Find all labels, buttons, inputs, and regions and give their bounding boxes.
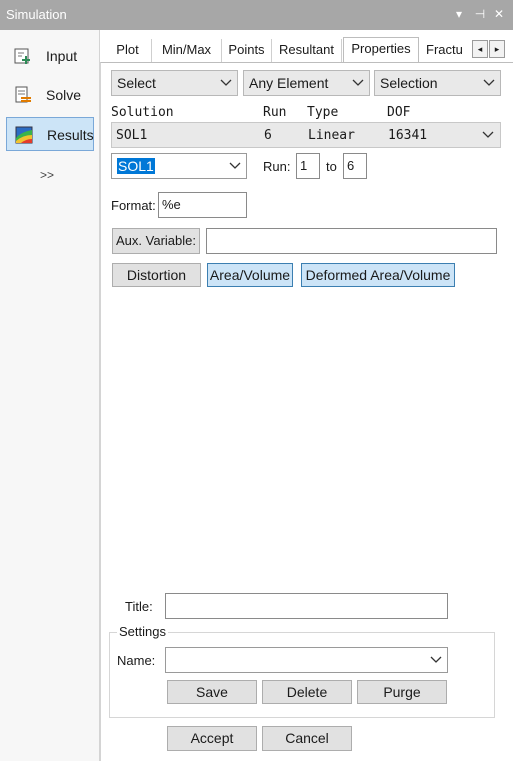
run-cell: 6: [264, 128, 272, 143]
sidebar-item-input[interactable]: Input: [6, 39, 94, 73]
tab-points[interactable]: Points: [222, 39, 272, 63]
column-header-dof: DOF: [387, 105, 411, 120]
properties-panel: Select Any Element Selection Solution Ru…: [100, 62, 513, 761]
dropdown-icon[interactable]: ▾: [452, 6, 466, 22]
aux-variable-button[interactable]: Aux. Variable:: [112, 228, 200, 254]
chevron-down-icon: [352, 71, 364, 95]
column-header-run: Run: [263, 105, 287, 120]
tab-min-max[interactable]: Min/Max: [152, 39, 222, 63]
settings-name-dropdown[interactable]: [165, 647, 448, 673]
settings-group: [109, 632, 495, 718]
selection-dropdown-value: Selection: [380, 75, 438, 91]
sidebar-item-label: Solve: [46, 87, 82, 103]
dof-cell: 16341: [388, 128, 428, 143]
sidebar-item-label: Input: [46, 48, 78, 64]
selection-dropdown[interactable]: Selection: [374, 70, 501, 96]
chevron-down-icon: [220, 71, 232, 95]
expand-sidebar-button[interactable]: >>: [40, 168, 54, 182]
tab-strip: Plot Min/Max Points Resultant Properties…: [100, 37, 513, 64]
results-contour-icon: [15, 126, 33, 144]
cancel-button[interactable]: Cancel: [262, 726, 352, 751]
chevron-down-icon: [229, 154, 241, 178]
run-to-input[interactable]: 6: [343, 153, 367, 179]
element-filter-dropdown[interactable]: Any Element: [243, 70, 370, 96]
to-label: to: [326, 159, 337, 174]
sidebar-item-results[interactable]: Results: [6, 117, 94, 151]
format-input[interactable]: %e: [158, 192, 247, 218]
solution-list-dropdown[interactable]: SOL1 6 Linear 16341: [111, 122, 501, 148]
accept-button[interactable]: Accept: [167, 726, 257, 751]
delete-button[interactable]: Delete: [262, 680, 352, 704]
run-label: Run:: [263, 159, 291, 174]
settings-group-label: Settings: [117, 624, 168, 639]
title-label: Title:: [125, 599, 153, 614]
panel-title: Simulation: [6, 7, 67, 22]
panel-titlebar: Simulation ▾ ⊣ ✕: [0, 0, 513, 30]
solution-dropdown-value: SOL1: [117, 158, 155, 174]
add-input-icon: [14, 47, 32, 65]
sidebar-item-solve[interactable]: Solve: [6, 78, 94, 112]
solve-list-icon: [14, 86, 32, 104]
title-input[interactable]: [165, 593, 448, 619]
element-filter-value: Any Element: [249, 75, 329, 91]
column-header-solution: Solution: [111, 105, 174, 120]
save-button[interactable]: Save: [167, 680, 257, 704]
tab-resultant[interactable]: Resultant: [272, 39, 342, 63]
solution-cell: SOL1: [116, 128, 148, 143]
solution-table-header: Solution Run Type DOF: [111, 105, 501, 123]
deformed-area-volume-button[interactable]: Deformed Area/Volume: [301, 263, 455, 287]
distortion-button[interactable]: Distortion: [112, 263, 201, 287]
navigation-sidebar: Input Solve Results >>: [0, 30, 100, 761]
tab-properties[interactable]: Properties: [343, 37, 419, 64]
purge-button[interactable]: Purge: [357, 680, 447, 704]
type-cell: Linear: [308, 128, 355, 143]
run-from-input[interactable]: 1: [296, 153, 320, 179]
select-dropdown[interactable]: Select: [111, 70, 238, 96]
sidebar-item-label: Results: [47, 127, 94, 143]
close-icon[interactable]: ✕: [492, 6, 506, 22]
solution-dropdown[interactable]: SOL1: [111, 153, 247, 179]
area-volume-button[interactable]: Area/Volume: [207, 263, 293, 287]
column-header-type: Type: [307, 105, 339, 120]
tab-plot[interactable]: Plot: [104, 39, 152, 63]
tab-scroll-right-button[interactable]: ▸: [489, 40, 505, 58]
select-dropdown-value: Select: [117, 75, 156, 91]
tab-scroll-left-button[interactable]: ◂: [472, 40, 488, 58]
tab-fracture[interactable]: Fractu: [420, 39, 474, 63]
pin-icon[interactable]: ⊣: [473, 6, 487, 22]
name-label: Name:: [117, 653, 156, 668]
chevron-down-icon: [483, 71, 495, 95]
chevron-down-icon: [482, 126, 494, 148]
chevron-down-icon: [430, 648, 442, 672]
aux-variable-input[interactable]: [206, 228, 497, 254]
format-label: Format:: [111, 198, 156, 213]
